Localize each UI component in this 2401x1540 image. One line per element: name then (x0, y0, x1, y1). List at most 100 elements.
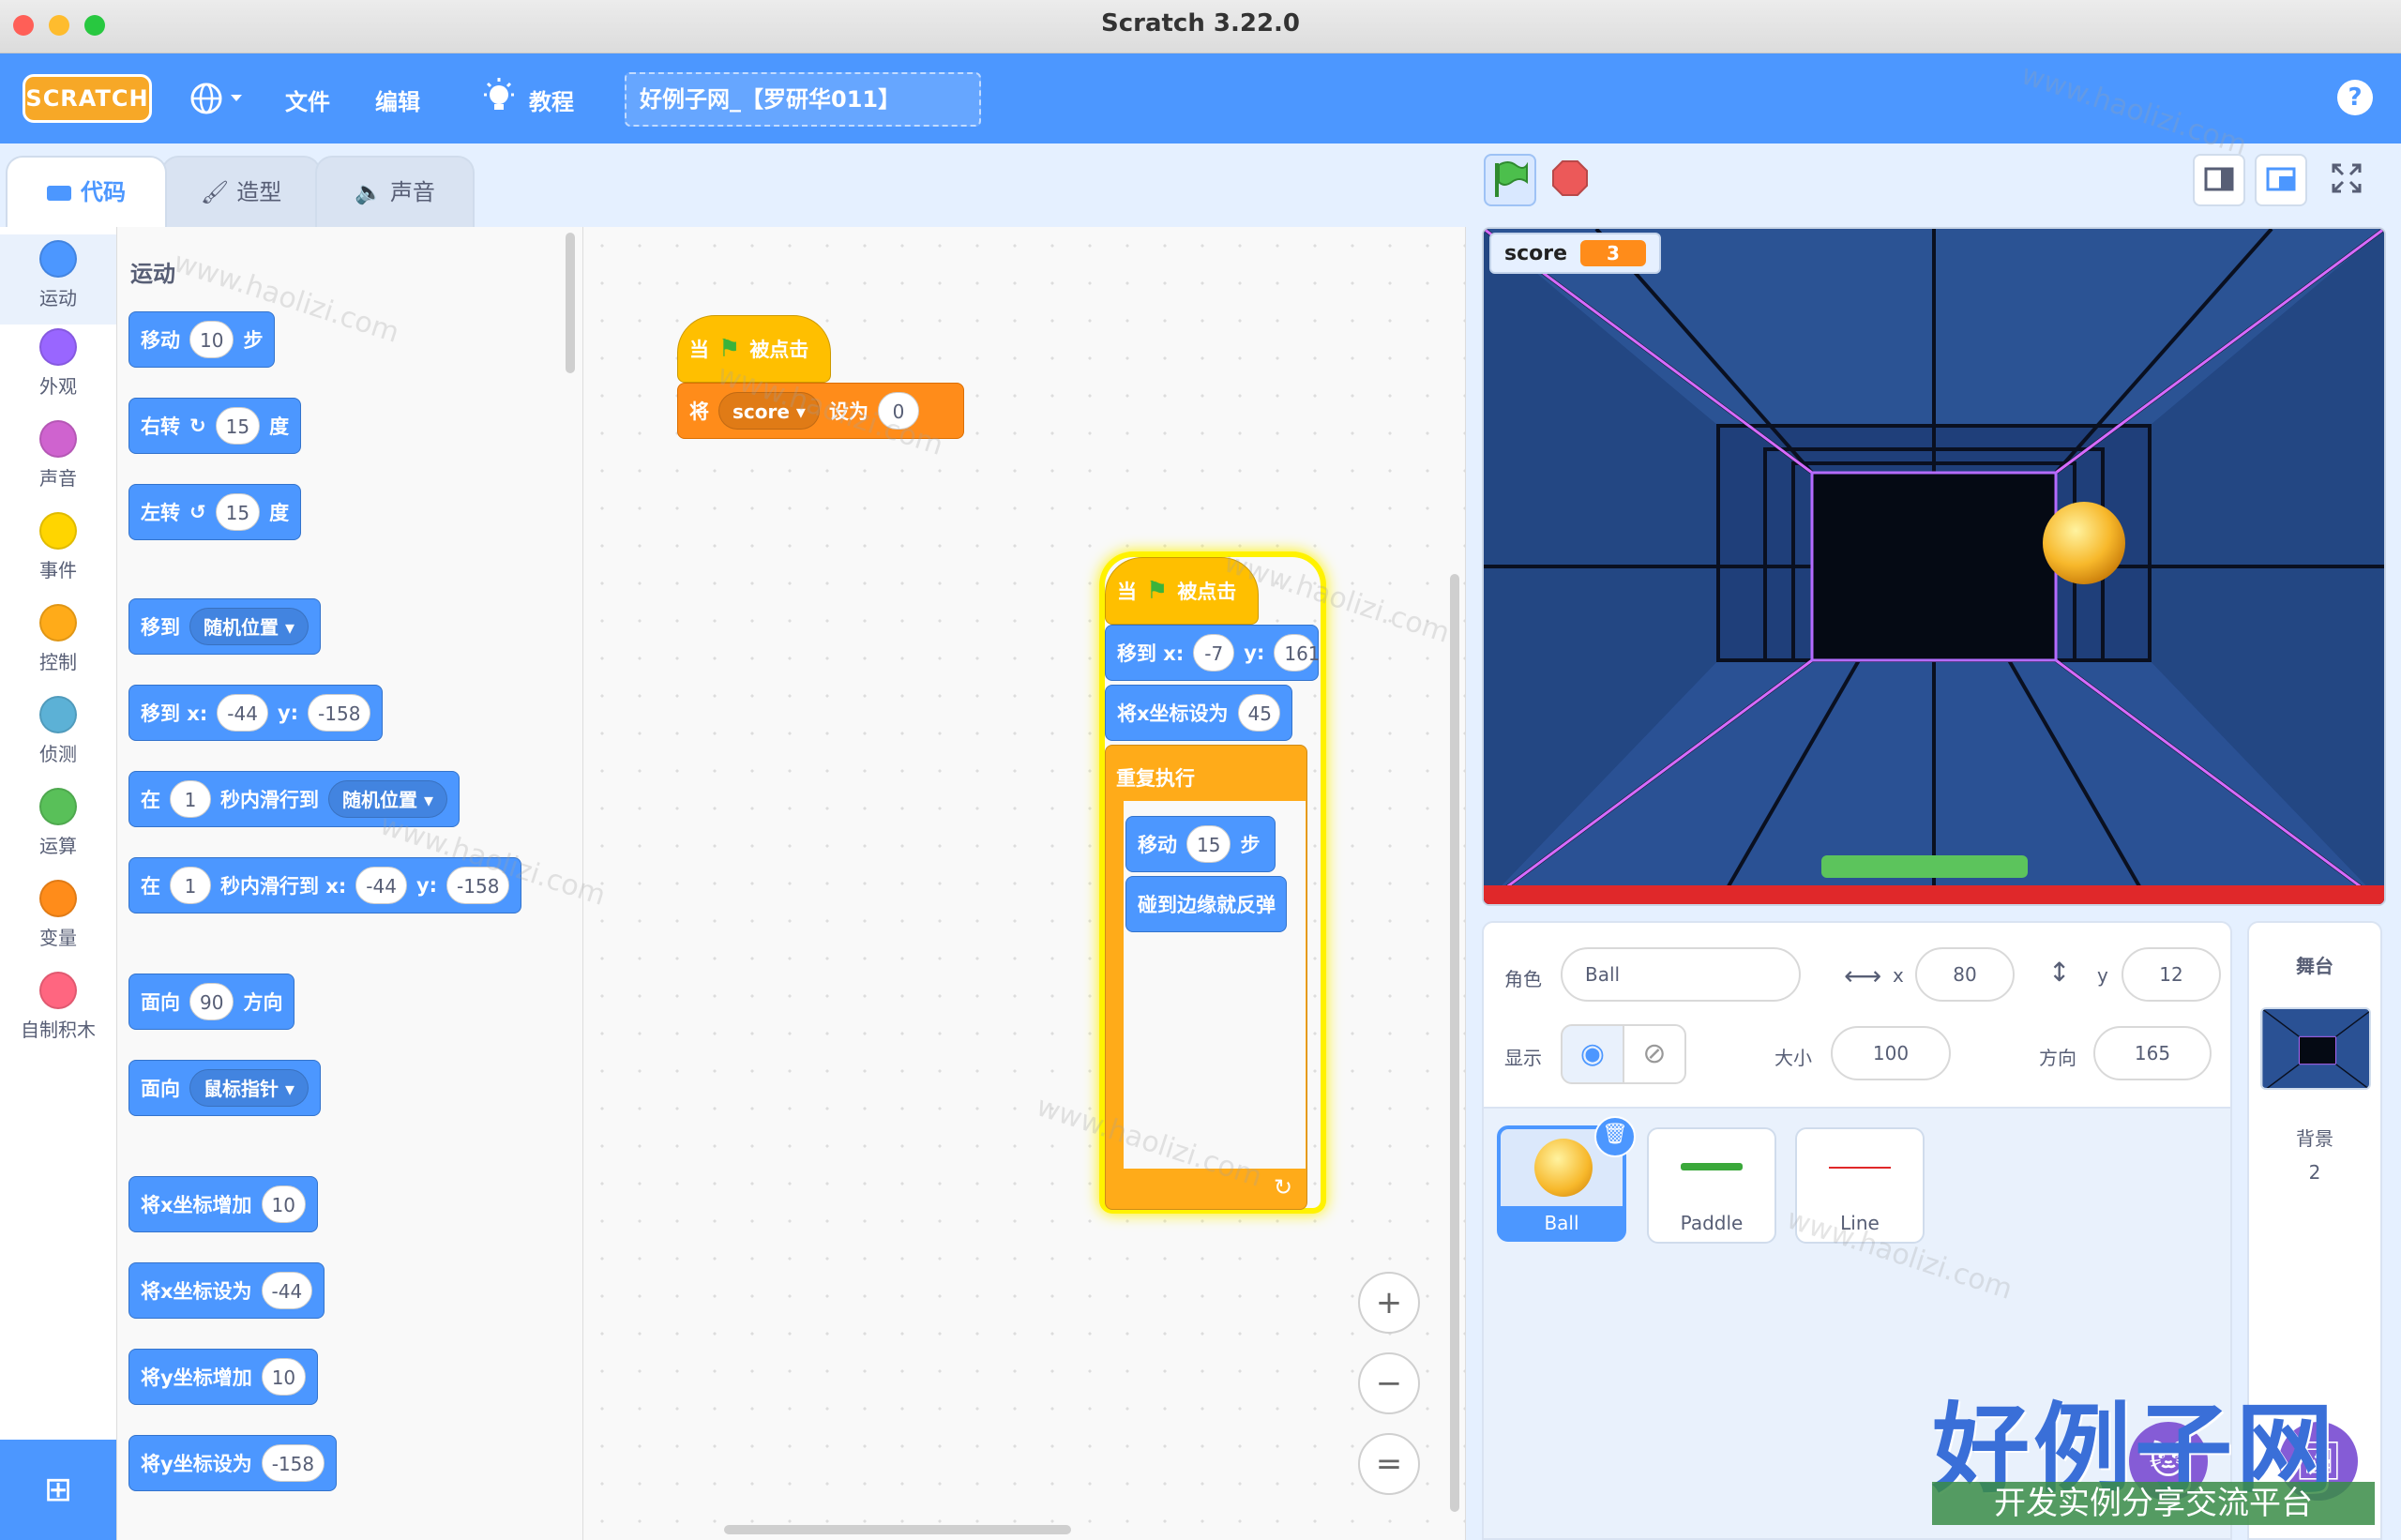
category-sensing[interactable]: 侦测 (0, 696, 116, 766)
category-control[interactable]: 控制 (0, 604, 116, 674)
go-to-xy-block[interactable]: 移到 x: -7 y: 161 (1105, 625, 1321, 681)
steps-input[interactable]: 15 (1186, 825, 1231, 863)
block-set-x[interactable]: 将x坐标设为 -44 (128, 1262, 325, 1319)
scratch-logo[interactable]: SCRATCH (23, 74, 152, 123)
value-input[interactable]: -158 (261, 1444, 325, 1482)
degrees-input[interactable]: 15 (215, 407, 261, 445)
small-stage-icon (2204, 167, 2234, 191)
category-events[interactable]: 事件 (0, 512, 116, 582)
set-variable-block[interactable]: 将 score ▾ 设为 0 (677, 383, 964, 439)
value-input[interactable]: 10 (261, 1185, 306, 1223)
monitor-label: score (1504, 241, 1568, 265)
sprite-tile-line[interactable]: Line (1795, 1127, 1925, 1244)
block-glide-to[interactable]: 在 1 秒内滑行到 随机位置 ▾ (128, 771, 461, 827)
tab-costumes[interactable]: 🖌 造型 (161, 156, 321, 227)
y-input[interactable]: -158 (308, 694, 371, 732)
target-dropdown[interactable]: 随机位置 ▾ (328, 780, 448, 818)
x-input[interactable]: -7 (1193, 634, 1235, 672)
target-dropdown[interactable]: 随机位置 ▾ (189, 608, 310, 645)
tutorials-menu[interactable] (482, 78, 520, 121)
tab-sounds[interactable]: 🔈 声音 (315, 156, 475, 227)
category-operators[interactable]: 运算 (0, 788, 116, 858)
x-input[interactable]: -44 (355, 867, 407, 904)
direction-input[interactable]: 90 (189, 983, 234, 1020)
y-input[interactable]: -158 (446, 867, 510, 904)
workspace-vertical-scrollbar[interactable] (1450, 574, 1459, 1512)
category-variables[interactable]: 变量 (0, 880, 116, 950)
block-point-towards[interactable]: 面向 鼠标指针 ▾ (128, 1060, 322, 1116)
small-stage-button[interactable] (2193, 154, 2245, 206)
category-label: 自制积木 (21, 1019, 96, 1041)
block-point-direction[interactable]: 面向 90 方向 (128, 974, 295, 1030)
help-button[interactable]: ? (2337, 80, 2373, 115)
seconds-input[interactable]: 1 (170, 780, 211, 818)
hide-sprite-button[interactable]: ⊘ (1623, 1024, 1686, 1084)
edit-menu[interactable]: 编辑 (375, 83, 420, 116)
block-move-steps[interactable]: 移动 10 步 (128, 311, 276, 368)
size-input[interactable]: 100 (1831, 1026, 1951, 1080)
value-input[interactable]: 10 (261, 1358, 307, 1396)
category-sound[interactable]: 声音 (0, 420, 116, 491)
block-change-y[interactable]: 将y坐标增加 10 (128, 1349, 319, 1405)
category-looks[interactable]: 外观 (0, 328, 116, 399)
workspace-horizontal-scrollbar[interactable] (724, 1525, 1071, 1534)
block-set-y[interactable]: 将y坐标设为 -158 (128, 1435, 338, 1491)
sprite-tile-paddle[interactable]: Paddle (1647, 1127, 1776, 1244)
block-turn-left[interactable]: 左转 ↺ 15 度 (128, 484, 302, 540)
block-glide-to-xy[interactable]: 在 1 秒内滑行到 x: -44 y: -158 (128, 857, 522, 913)
block-turn-right[interactable]: 右转 ↻ 15 度 (128, 398, 302, 454)
sprite-name: Ball (1544, 1212, 1579, 1234)
category-label: 运算 (39, 835, 77, 857)
move-steps-block[interactable]: 移动 15 步 (1125, 816, 1276, 872)
seconds-input[interactable]: 1 (170, 867, 211, 904)
stage-canvas[interactable]: score 3 (1482, 227, 2386, 906)
score-monitor[interactable]: score 3 (1489, 233, 1661, 274)
when-flag-clicked-hat[interactable]: 当 ⚑ 被点击 (677, 315, 831, 383)
steps-input[interactable]: 10 (189, 321, 234, 358)
tutorials-label[interactable]: 教程 (529, 83, 574, 116)
script-workspace[interactable]: 当 ⚑ 被点击 将 score ▾ 设为 0 当 ⚑ 被点击 移到 x: -7 y: 161 将x坐… (583, 227, 1466, 1540)
category-motion[interactable]: 运动 (0, 234, 116, 325)
category-my-blocks[interactable]: 自制积木 (0, 972, 116, 1042)
show-sprite-button[interactable]: ◉ (1561, 1024, 1624, 1084)
degrees-input[interactable]: 15 (215, 493, 261, 531)
add-extension-button[interactable]: ⊞ (0, 1440, 116, 1540)
project-title-input[interactable]: 好例子网_【罗研华011】 (625, 72, 981, 127)
variable-dropdown[interactable]: score ▾ (718, 392, 820, 430)
large-stage-button[interactable] (2255, 154, 2307, 206)
when-flag-clicked-hat[interactable]: 当 ⚑ 被点击 (1105, 557, 1259, 625)
language-menu[interactable] (189, 82, 246, 119)
block-go-to[interactable]: 移到 随机位置 ▾ (128, 598, 322, 655)
y-input[interactable]: 161 (1274, 634, 1321, 672)
rotate-clockwise-icon: ↻ (189, 415, 206, 437)
control-category-icon (39, 604, 77, 642)
target-dropdown[interactable]: 鼠标指针 ▾ (189, 1069, 310, 1107)
zoom-out-button[interactable]: − (1358, 1352, 1420, 1414)
y-input[interactable]: 12 (2122, 947, 2221, 1002)
fullscreen-button[interactable] (2322, 154, 2375, 206)
sprite-name-input[interactable]: Ball (1561, 947, 1801, 1002)
sprite-tile-ball[interactable]: Ball 🗑 (1497, 1116, 1636, 1242)
block-go-to-xy[interactable]: 移到 x: -44 y: -158 (128, 685, 384, 741)
value-input[interactable]: -44 (261, 1272, 313, 1309)
bounce-block[interactable]: 碰到边缘就反弹 (1125, 876, 1287, 932)
x-input[interactable]: 80 (1915, 947, 2015, 1002)
paddle-sprite[interactable] (1821, 855, 2028, 878)
x-input[interactable]: -44 (217, 694, 268, 732)
green-flag-button[interactable] (1484, 154, 1536, 206)
line-sprite[interactable] (1484, 885, 2384, 904)
zoom-in-icon: + (1375, 1284, 1403, 1321)
zoom-reset-button[interactable]: = (1358, 1433, 1420, 1495)
ball-sprite[interactable] (2043, 502, 2125, 584)
stop-button[interactable] (1544, 154, 1596, 206)
delete-sprite-button[interactable]: 🗑 (1594, 1116, 1636, 1157)
set-x-block[interactable]: 将x坐标设为 45 (1105, 685, 1292, 741)
file-menu[interactable]: 文件 (285, 83, 330, 116)
tab-code[interactable]: 代码 (6, 156, 167, 227)
direction-input[interactable]: 165 (2093, 1026, 2212, 1080)
block-change-x[interactable]: 将x坐标增加 10 (128, 1176, 318, 1232)
palette-scrollbar[interactable] (566, 233, 575, 373)
zoom-in-button[interactable]: + (1358, 1272, 1420, 1334)
value-input[interactable]: 45 (1237, 694, 1280, 732)
value-input[interactable]: 0 (877, 392, 919, 430)
